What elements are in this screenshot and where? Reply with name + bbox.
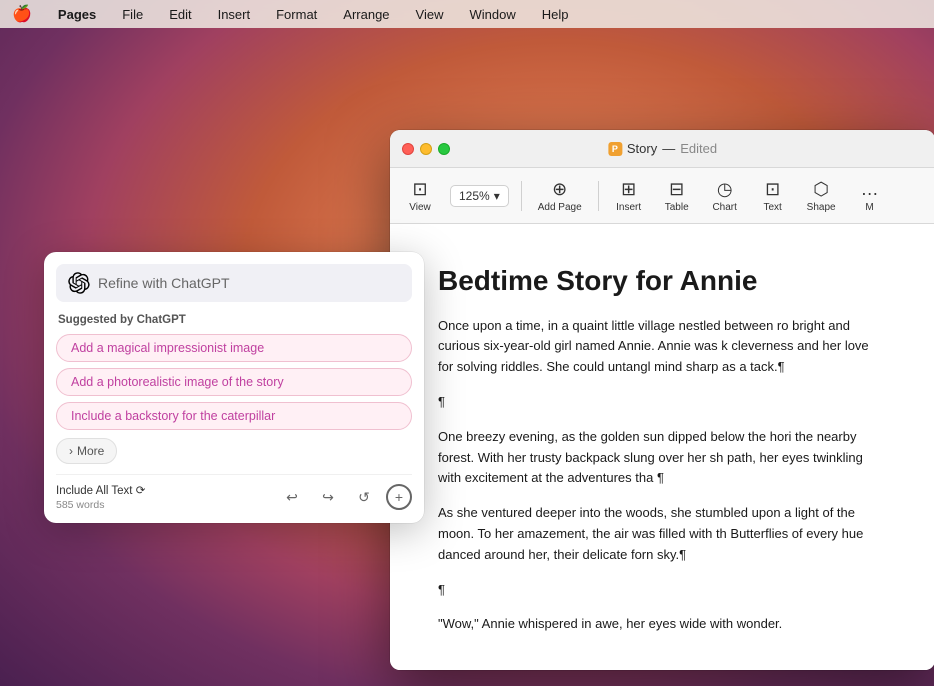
shape-button[interactable]: ⬡ Shape (799, 175, 844, 217)
close-button[interactable] (402, 143, 414, 155)
menubar-window[interactable]: Window (465, 5, 519, 24)
zoom-value: 125% (459, 189, 490, 203)
footer-actions: ↩ ↪ ↺ + (278, 483, 412, 511)
add-button[interactable]: + (386, 484, 412, 510)
text-icon: ⊡ (765, 179, 780, 200)
window-title: P Story — Edited (608, 141, 717, 156)
paragraph-3: One breezy evening, as the golden sun di… (438, 427, 887, 489)
minimize-button[interactable] (420, 143, 432, 155)
add-page-label: Add Page (538, 202, 582, 213)
menubar-arrange[interactable]: Arrange (339, 5, 393, 24)
insert-button[interactable]: ⊞ Insert (607, 175, 651, 217)
menubar-file[interactable]: File (118, 5, 147, 24)
more-toolbar-icon: … (861, 179, 879, 200)
document-title: Bedtime Story for Annie (438, 264, 887, 298)
suggestion-1[interactable]: Add a magical impressionist image (56, 334, 412, 362)
add-page-icon: ⊕ (552, 179, 567, 200)
shape-label: Shape (807, 202, 836, 213)
paragraph-1: Once upon a time, in a quaint little vil… (438, 316, 887, 378)
paragraph-6: "Wow," Annie whispered in awe, her eyes … (438, 614, 887, 635)
include-all-text[interactable]: Include All Text ⟳ (56, 483, 145, 497)
chart-icon: ◷ (717, 179, 733, 200)
zoom-chevron-icon: ▾ (494, 189, 500, 203)
undo-icon: ↩ (286, 489, 298, 506)
shape-icon: ⬡ (813, 179, 829, 200)
toolbar: ⊡ View 125% ▾ ⊕ Add Page ⊞ Insert ⊟ Tabl… (390, 168, 934, 224)
view-icon: ⊡ (412, 179, 427, 200)
undo-button[interactable]: ↩ (278, 483, 306, 511)
suggestions-label: Suggested by ChatGPT (56, 314, 412, 326)
menubar-format[interactable]: Format (272, 5, 321, 24)
table-label: Table (665, 202, 689, 213)
more-toolbar-button[interactable]: … M (848, 175, 892, 217)
toolbar-divider-2 (598, 181, 599, 211)
redo-button[interactable]: ↪ (314, 483, 342, 511)
document-content[interactable]: Bedtime Story for Annie Once upon a time… (390, 224, 934, 670)
maximize-button[interactable] (438, 143, 450, 155)
menubar-help[interactable]: Help (538, 5, 573, 24)
paragraph-2: ¶ (438, 392, 887, 413)
refresh-icon: ↺ (358, 489, 370, 506)
pages-window: P Story — Edited ⊡ View 125% ▾ ⊕ Add Pag… (390, 130, 934, 670)
redo-icon: ↪ (322, 489, 334, 506)
traffic-lights (402, 143, 450, 155)
paragraph-4: As she ventured deeper into the woods, s… (438, 503, 887, 565)
titlebar: P Story — Edited (390, 130, 934, 168)
desktop: 🍎 Pages File Edit Insert Format Arrange … (0, 0, 934, 686)
insert-label: Insert (616, 202, 641, 213)
toolbar-divider-1 (521, 181, 522, 211)
chatgpt-logo-icon (68, 272, 90, 294)
menubar-insert[interactable]: Insert (214, 5, 255, 24)
menubar-edit[interactable]: Edit (165, 5, 195, 24)
chatgpt-panel: Refine with ChatGPT Suggested by ChatGPT… (44, 252, 424, 523)
suggestion-2[interactable]: Add a photorealistic image of the story (56, 368, 412, 396)
more-chevron-icon: › (69, 444, 73, 458)
chatgpt-input-row[interactable]: Refine with ChatGPT (56, 264, 412, 302)
apple-menu[interactable]: 🍎 (12, 4, 32, 24)
suggestion-3[interactable]: Include a backstory for the caterpillar (56, 402, 412, 430)
menubar-pages[interactable]: Pages (54, 5, 100, 24)
chart-button[interactable]: ◷ Chart (703, 175, 747, 217)
more-toolbar-label: M (865, 202, 873, 213)
view-button[interactable]: ⊡ View (398, 175, 442, 217)
insert-icon: ⊞ (621, 179, 636, 200)
add-page-button[interactable]: ⊕ Add Page (530, 175, 590, 217)
table-button[interactable]: ⊟ Table (655, 175, 699, 217)
panel-footer: Include All Text ⟳ 585 words ↩ ↪ ↺ + (56, 474, 412, 511)
more-label: More (77, 444, 104, 458)
view-label: View (409, 202, 431, 213)
document-icon: P (608, 142, 622, 156)
menubar: 🍎 Pages File Edit Insert Format Arrange … (0, 0, 934, 28)
table-icon: ⊟ (669, 179, 684, 200)
chart-label: Chart (712, 202, 736, 213)
zoom-control[interactable]: 125% ▾ (450, 185, 509, 207)
edited-label: Edited (680, 141, 717, 156)
paragraph-5: ¶ (438, 580, 887, 601)
more-button[interactable]: › More (56, 438, 117, 464)
title-text: Story (627, 141, 657, 156)
text-button[interactable]: ⊡ Text (751, 175, 795, 217)
text-label: Text (764, 202, 782, 213)
add-icon: + (395, 489, 403, 505)
menubar-view[interactable]: View (412, 5, 448, 24)
refresh-button[interactable]: ↺ (350, 483, 378, 511)
word-count: 585 words (56, 499, 145, 511)
chatgpt-input[interactable]: Refine with ChatGPT (98, 275, 400, 291)
footer-info: Include All Text ⟳ 585 words (56, 483, 145, 511)
title-separator: — (662, 141, 675, 156)
